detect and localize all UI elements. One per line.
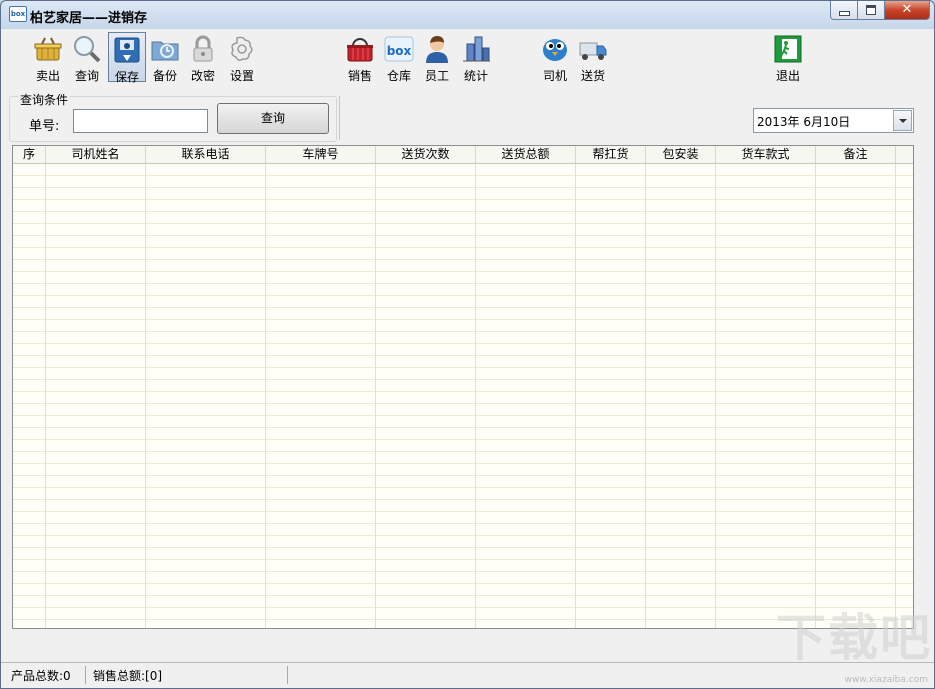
column-header-truck-model[interactable]: 货车款式 bbox=[716, 146, 816, 163]
column-header-phone[interactable]: 联系电话 bbox=[146, 146, 266, 163]
column-header-plate[interactable]: 车牌号 bbox=[266, 146, 376, 163]
toolbar-button-sell[interactable]: 卖出 bbox=[29, 32, 67, 83]
column-header-delivery-total[interactable]: 送货总额 bbox=[476, 146, 576, 163]
toolbar-label: 仓库 bbox=[386, 69, 411, 83]
column-divider bbox=[475, 164, 476, 628]
toolbar-label: 员工 bbox=[424, 69, 449, 83]
date-dropdown-button[interactable] bbox=[893, 110, 912, 131]
toolbar-button-employee[interactable]: 员工 bbox=[418, 32, 456, 83]
app-window: box 柏艺家居——进销存 ✕ 卖出 查询 保存 备份 改密 设置 销售 box… bbox=[0, 0, 935, 689]
table-header: 序 司机姓名 联系电话 车牌号 送货次数 送货总额 帮扛货 包安装 货车款式 备… bbox=[13, 146, 913, 164]
column-divider bbox=[145, 164, 146, 628]
toolbar-label: 卖出 bbox=[35, 69, 60, 83]
column-divider bbox=[375, 164, 376, 628]
box-logo-icon: box bbox=[384, 34, 414, 64]
toolbar-label: 备份 bbox=[152, 69, 177, 83]
magnifier-icon bbox=[72, 34, 102, 64]
gear-icon bbox=[227, 34, 257, 64]
padlock-icon bbox=[188, 34, 218, 64]
exit-door-icon bbox=[773, 34, 803, 64]
column-header-carry[interactable]: 帮扛货 bbox=[576, 146, 646, 163]
main-toolbar: 卖出 查询 保存 备份 改密 设置 销售 box 仓库 员工 统计 司机 送货 … bbox=[9, 29, 926, 87]
toolbar-label: 保存 bbox=[114, 70, 139, 84]
toolbar-button-change-password[interactable]: 改密 bbox=[184, 32, 222, 83]
maximize-icon bbox=[866, 5, 876, 15]
column-divider bbox=[265, 164, 266, 628]
stats-building-icon bbox=[461, 34, 491, 64]
shopping-basket-icon bbox=[345, 34, 375, 64]
toolbar-button-query[interactable]: 查询 bbox=[68, 32, 106, 83]
backup-folder-icon bbox=[150, 34, 180, 64]
order-number-label: 单号: bbox=[29, 119, 60, 134]
toolbar-label: 查询 bbox=[74, 69, 99, 83]
title-bar[interactable]: box 柏艺家居——进销存 ✕ bbox=[1, 1, 934, 29]
toolbar-button-warehouse[interactable]: box 仓库 bbox=[380, 32, 418, 83]
status-divider bbox=[85, 666, 86, 684]
toolbar-button-delivery[interactable]: 送货 bbox=[574, 32, 612, 83]
column-header-remarks[interactable]: 备注 bbox=[816, 146, 896, 163]
employee-icon bbox=[422, 34, 452, 64]
toolbar-button-settings[interactable]: 设置 bbox=[223, 32, 261, 83]
toolbar-button-sales[interactable]: 销售 bbox=[341, 32, 379, 83]
svg-text:box: box bbox=[387, 44, 412, 58]
date-picker[interactable]: 2013年 6月10日 bbox=[753, 108, 914, 133]
product-total-status: 产品总数:0 bbox=[11, 669, 71, 683]
query-button[interactable]: 查询 bbox=[217, 103, 329, 134]
toolbar-button-statistics[interactable]: 统计 bbox=[457, 32, 495, 83]
sales-total-status: 销售总额:[0] bbox=[93, 669, 163, 683]
app-logo-icon: box bbox=[9, 6, 27, 22]
toolbar-button-save[interactable]: 保存 bbox=[108, 32, 146, 84]
toolbar-label: 送货 bbox=[580, 69, 605, 83]
toolbar-label: 改密 bbox=[190, 69, 215, 83]
column-divider bbox=[575, 164, 576, 628]
column-divider bbox=[45, 164, 46, 628]
minimize-button[interactable] bbox=[830, 1, 858, 20]
table-body[interactable] bbox=[13, 164, 913, 628]
maximize-button[interactable] bbox=[858, 1, 885, 20]
column-header-driver-name[interactable]: 司机姓名 bbox=[46, 146, 146, 163]
basket-icon bbox=[33, 34, 63, 64]
toolbar-button-exit[interactable]: 退出 bbox=[769, 32, 807, 83]
column-divider bbox=[645, 164, 646, 628]
watermark-logo: 下载吧 bbox=[776, 609, 932, 667]
column-divider bbox=[895, 164, 896, 628]
query-group-title: 查询条件 bbox=[18, 91, 71, 108]
column-header-delivery-count[interactable]: 送货次数 bbox=[376, 146, 476, 163]
order-number-input[interactable] bbox=[73, 109, 208, 133]
close-icon: ✕ bbox=[901, 2, 913, 17]
drivers-table[interactable]: 序 司机姓名 联系电话 车牌号 送货次数 送货总额 帮扛货 包安装 货车款式 备… bbox=[12, 145, 914, 629]
toolbar-label: 统计 bbox=[463, 69, 488, 83]
toolbar-button-backup[interactable]: 备份 bbox=[146, 32, 184, 83]
driver-bird-icon bbox=[540, 34, 570, 64]
chevron-down-icon bbox=[899, 119, 907, 123]
watermark-url: www.xiazaiba.com bbox=[844, 675, 928, 685]
column-header-index[interactable]: 序 bbox=[13, 146, 46, 163]
toolbar-label: 退出 bbox=[775, 69, 800, 83]
status-divider bbox=[287, 666, 288, 684]
date-value: 2013年 6月10日 bbox=[757, 115, 851, 129]
window-controls: ✕ bbox=[830, 1, 930, 20]
toolbar-label: 设置 bbox=[229, 69, 254, 83]
minimize-icon bbox=[839, 11, 850, 16]
delivery-truck-icon bbox=[578, 34, 608, 64]
column-divider bbox=[815, 164, 816, 628]
column-header-install[interactable]: 包安装 bbox=[646, 146, 716, 163]
toolbar-label: 销售 bbox=[347, 69, 372, 83]
close-button[interactable]: ✕ bbox=[885, 1, 930, 20]
save-icon bbox=[112, 35, 142, 65]
toolbar-button-driver[interactable]: 司机 bbox=[536, 32, 574, 83]
column-divider bbox=[715, 164, 716, 628]
window-title: 柏艺家居——进销存 bbox=[30, 11, 148, 26]
toolbar-label: 司机 bbox=[542, 69, 567, 83]
